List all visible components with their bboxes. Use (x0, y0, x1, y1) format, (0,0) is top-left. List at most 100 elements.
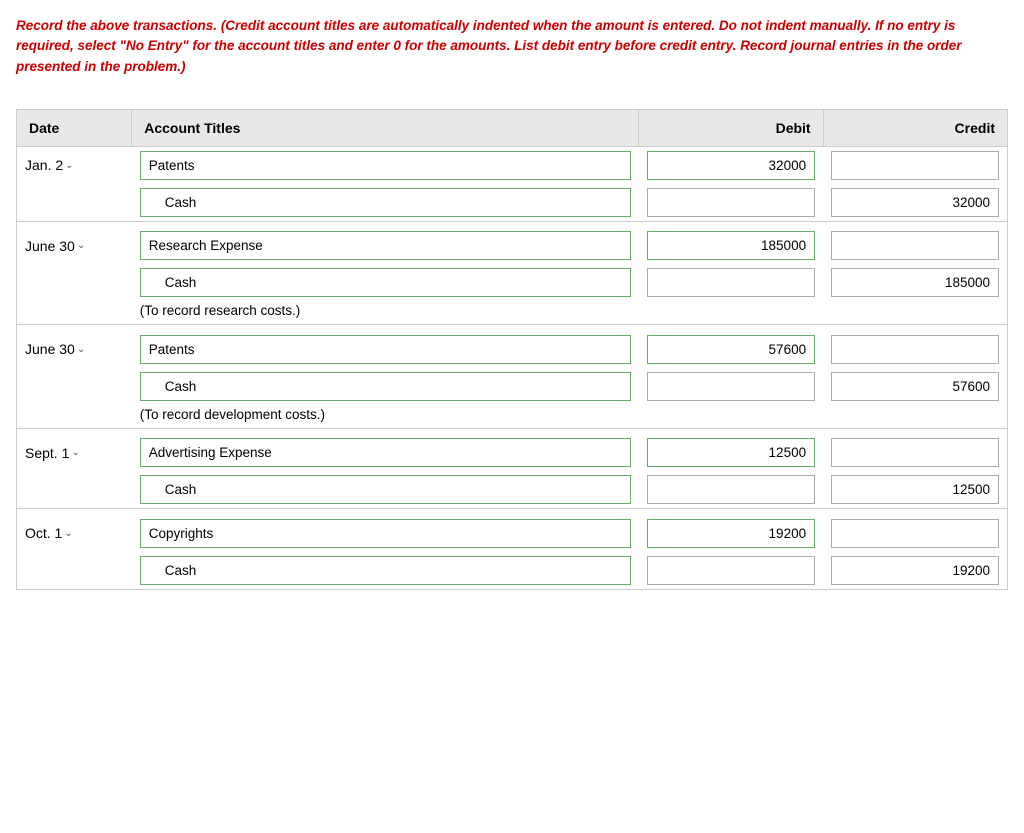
account-title-input[interactable] (140, 519, 631, 548)
header-credit: Credit (823, 109, 1007, 146)
header-debit: Debit (639, 109, 823, 146)
credit-input[interactable] (831, 438, 999, 467)
note-date-cell (17, 301, 132, 325)
credit-input[interactable] (831, 188, 999, 217)
journal-entry-table: Date Account Titles Debit Credit Jan. 2 … (16, 109, 1008, 590)
table-header-row: Date Account Titles Debit Credit (17, 109, 1008, 146)
credit-cell (823, 264, 1007, 301)
date-select-wrapper[interactable]: June 30 ⌄ (25, 341, 124, 357)
date-cell (17, 368, 132, 405)
chevron-down-icon: ⌄ (64, 528, 72, 539)
account-title-cell (132, 184, 639, 222)
credit-input[interactable] (831, 335, 999, 364)
debit-cell (639, 434, 823, 471)
date-cell: June 30 ⌄ (17, 227, 132, 264)
credit-input[interactable] (831, 151, 999, 180)
debit-cell (639, 368, 823, 405)
table-row: June 30 ⌄ (17, 227, 1008, 264)
table-row (17, 471, 1008, 509)
date-value: June 30 (25, 238, 75, 254)
chevron-down-icon: ⌄ (77, 240, 85, 251)
chevron-down-icon: ⌄ (65, 160, 73, 171)
account-title-input[interactable] (140, 188, 631, 217)
debit-input[interactable] (647, 556, 815, 585)
chevron-down-icon: ⌄ (71, 447, 79, 458)
account-title-input[interactable] (140, 268, 631, 297)
note-text: (To record development costs.) (132, 405, 1008, 429)
credit-input[interactable] (831, 556, 999, 585)
date-select-wrapper[interactable]: Sept. 1 ⌄ (25, 445, 124, 461)
table-row (17, 264, 1008, 301)
note-row: (To record development costs.) (17, 405, 1008, 429)
credit-cell (823, 434, 1007, 471)
credit-cell (823, 146, 1007, 184)
header-account-titles: Account Titles (132, 109, 639, 146)
table-row (17, 368, 1008, 405)
debit-input[interactable] (647, 519, 815, 548)
table-row: June 30 ⌄ (17, 331, 1008, 368)
debit-input[interactable] (647, 231, 815, 260)
table-row: Sept. 1 ⌄ (17, 434, 1008, 471)
date-value: June 30 (25, 341, 75, 357)
debit-cell (639, 552, 823, 590)
account-title-cell (132, 434, 639, 471)
credit-cell (823, 552, 1007, 590)
credit-cell (823, 368, 1007, 405)
header-date: Date (17, 109, 132, 146)
instructions-block: Record the above transactions. (Credit a… (16, 16, 1008, 77)
date-cell: Jan. 2 ⌄ (17, 146, 132, 184)
account-title-input[interactable] (140, 335, 631, 364)
debit-input[interactable] (647, 438, 815, 467)
note-text: (To record research costs.) (132, 301, 1008, 325)
table-row (17, 552, 1008, 590)
account-title-input[interactable] (140, 151, 631, 180)
credit-cell (823, 331, 1007, 368)
account-title-cell (132, 552, 639, 590)
credit-input[interactable] (831, 519, 999, 548)
debit-cell (639, 331, 823, 368)
account-title-cell (132, 264, 639, 301)
account-title-cell (132, 471, 639, 509)
date-cell (17, 552, 132, 590)
date-select-wrapper[interactable]: Oct. 1 ⌄ (25, 525, 124, 541)
account-title-input[interactable] (140, 556, 631, 585)
date-cell: Oct. 1 ⌄ (17, 515, 132, 552)
credit-input[interactable] (831, 231, 999, 260)
note-row: (To record research costs.) (17, 301, 1008, 325)
account-title-input[interactable] (140, 231, 631, 260)
table-row: Jan. 2 ⌄ (17, 146, 1008, 184)
debit-input[interactable] (647, 335, 815, 364)
date-value: Sept. 1 (25, 445, 69, 461)
date-value: Oct. 1 (25, 525, 62, 541)
debit-input[interactable] (647, 372, 815, 401)
note-date-cell (17, 405, 132, 429)
account-title-cell (132, 331, 639, 368)
debit-cell (639, 146, 823, 184)
account-title-input[interactable] (140, 475, 631, 504)
debit-input[interactable] (647, 268, 815, 297)
credit-input[interactable] (831, 475, 999, 504)
debit-input[interactable] (647, 475, 815, 504)
account-title-input[interactable] (140, 372, 631, 401)
credit-cell (823, 184, 1007, 222)
date-cell (17, 264, 132, 301)
credit-cell (823, 471, 1007, 509)
account-title-input[interactable] (140, 438, 631, 467)
account-title-cell (132, 146, 639, 184)
date-select-wrapper[interactable]: June 30 ⌄ (25, 238, 124, 254)
credit-cell (823, 227, 1007, 264)
credit-input[interactable] (831, 372, 999, 401)
date-select-wrapper[interactable]: Jan. 2 ⌄ (25, 157, 124, 173)
table-row (17, 184, 1008, 222)
debit-cell (639, 264, 823, 301)
credit-cell (823, 515, 1007, 552)
debit-input[interactable] (647, 188, 815, 217)
table-row: Oct. 1 ⌄ (17, 515, 1008, 552)
debit-cell (639, 515, 823, 552)
date-cell (17, 471, 132, 509)
account-title-cell (132, 227, 639, 264)
credit-input[interactable] (831, 268, 999, 297)
debit-cell (639, 184, 823, 222)
date-value: Jan. 2 (25, 157, 63, 173)
debit-input[interactable] (647, 151, 815, 180)
